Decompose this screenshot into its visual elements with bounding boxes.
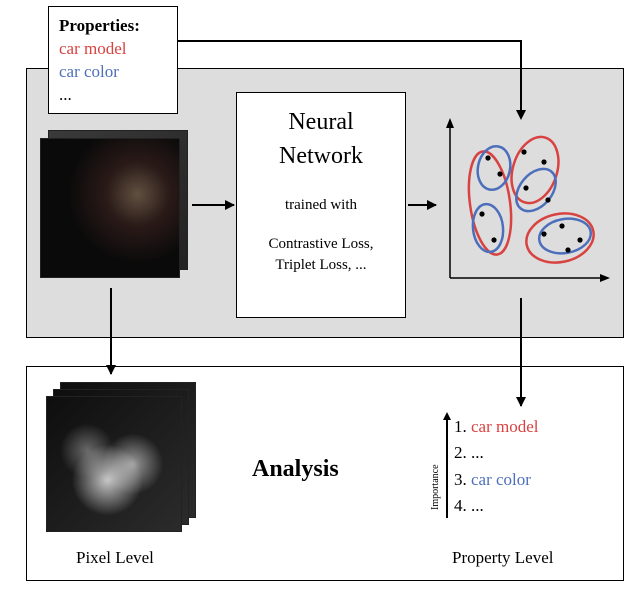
nn-line2: Network	[243, 141, 399, 171]
property-item-ellipsis: ...	[59, 84, 167, 107]
nn-line1: Neural	[243, 107, 399, 137]
caption-property-level: Property Level	[452, 548, 554, 568]
caption-pixel-level: Pixel Level	[76, 548, 154, 568]
nn-trained: trained with	[243, 197, 399, 214]
property-ranking: 1. car model 2. ... 3. car color 4. ...	[454, 414, 539, 519]
properties-title: Properties:	[59, 15, 167, 38]
importance-label: Importance	[430, 464, 441, 510]
heatmap-stack	[46, 382, 198, 534]
property-item-color: car color	[59, 61, 167, 84]
arrow-plot-to-property	[520, 298, 522, 406]
analysis-title: Analysis	[252, 456, 339, 483]
neural-network-box: Neural Network trained with Contrastive …	[236, 92, 406, 318]
arrow-input-to-nn	[192, 204, 234, 206]
heatmap-front	[46, 396, 182, 532]
rank-row-4: 4. ...	[454, 493, 539, 519]
embedding-plot	[440, 118, 610, 288]
property-item-model: car model	[59, 38, 167, 61]
importance-axis: Importance	[436, 414, 450, 522]
arrow-image-to-pixel	[110, 288, 112, 374]
nn-losses-2: Triplet Loss, ...	[243, 257, 399, 274]
rank-row-3: 3. car color	[454, 467, 539, 493]
input-image-stack	[40, 130, 190, 280]
rank-row-1: 1. car model	[454, 414, 539, 440]
rank-row-2: 2. ...	[454, 440, 539, 466]
properties-box: Properties: car model car color ...	[48, 6, 178, 114]
input-image-front	[40, 138, 180, 278]
arrow-nn-to-plot	[408, 204, 436, 206]
nn-losses-1: Contrastive Loss,	[243, 236, 399, 253]
